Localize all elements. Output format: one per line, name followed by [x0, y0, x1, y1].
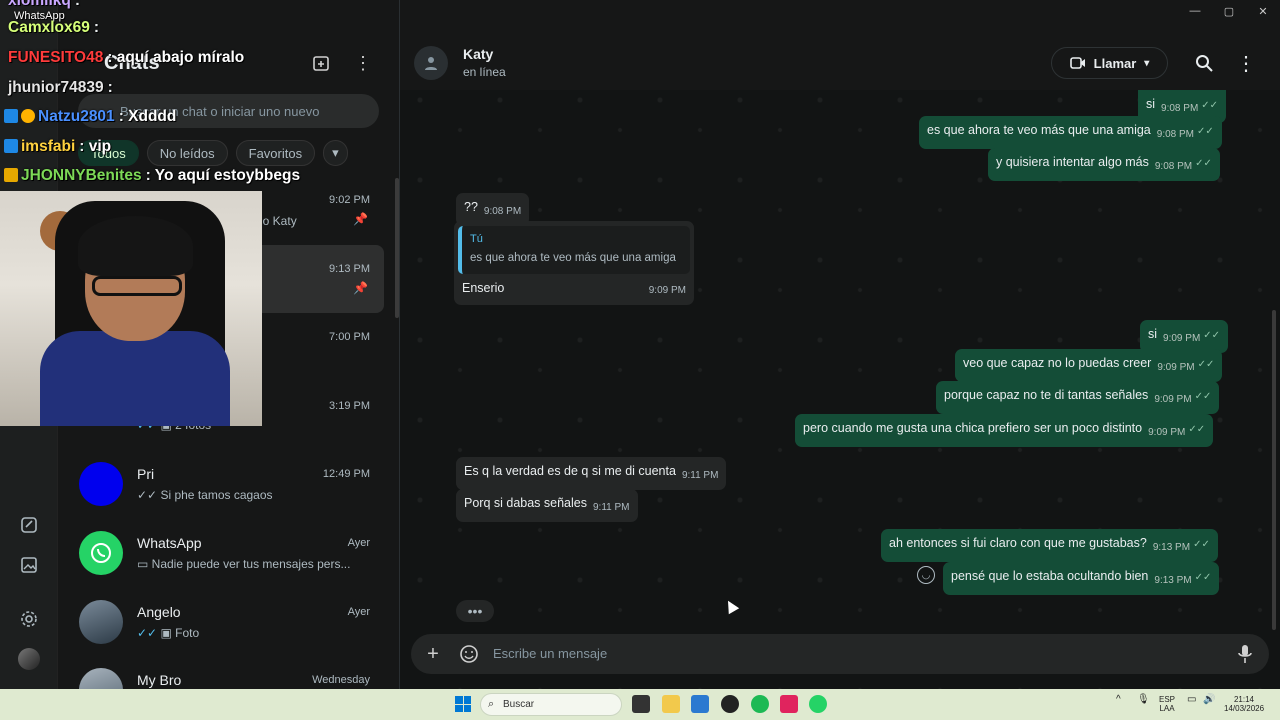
- quoted-message[interactable]: Tú es que ahora te veo más que una amiga: [458, 226, 690, 274]
- message-out[interactable]: y quisiera intentar algo más 9:08 PM ✓✓: [988, 148, 1220, 181]
- taskbar-search[interactable]: ⌕ Buscar: [480, 693, 622, 716]
- chat-time: 9:02 PM: [329, 194, 370, 206]
- chat-time: Ayer: [347, 537, 370, 549]
- contact-avatar[interactable]: [414, 46, 448, 80]
- call-label: Llamar: [1093, 55, 1137, 71]
- contact-status: en línea: [463, 65, 506, 79]
- pin-icon: 📌: [353, 212, 368, 226]
- stream-chat-line: JHONNYBenites: Yo aquí estoybbegs: [4, 167, 300, 185]
- chat-preview: no Katy: [256, 214, 297, 228]
- chat-name: Pri: [137, 466, 155, 482]
- typing-indicator: •••: [456, 600, 494, 622]
- close-button[interactable]: ✕: [1246, 0, 1280, 22]
- tray-chevron-icon[interactable]: ^: [1116, 695, 1121, 705]
- conversation-scrollbar[interactable]: [1272, 310, 1276, 630]
- avatar: [79, 600, 123, 644]
- message-out[interactable]: pero cuando me gusta una chica prefiero …: [795, 414, 1214, 447]
- volume-icon[interactable]: 🔊: [1203, 695, 1215, 705]
- minimize-button[interactable]: —: [1178, 0, 1212, 22]
- quote-text: es que ahora te veo más que una amiga: [470, 252, 676, 264]
- message-in[interactable]: Es q la verdad es de q si me di cuenta 9:…: [456, 457, 727, 490]
- stream-chat-line: jhunior74839:: [8, 79, 113, 96]
- clock[interactable]: 21:14 14/03/2026: [1224, 695, 1264, 713]
- status-icon[interactable]: [16, 512, 42, 538]
- message-out[interactable]: ah entonces si fui claro con que me gust…: [881, 529, 1218, 562]
- filter-chips: Todos No leídos Favoritos ▾: [78, 140, 348, 166]
- message-out[interactable]: pensé que lo estaba ocultando bien 9:13 P…: [943, 562, 1220, 595]
- obs-icon[interactable]: [721, 695, 739, 713]
- whatsapp-logo-icon: [79, 531, 123, 575]
- video-icon: [1069, 57, 1085, 69]
- chat-name: My Bro: [137, 672, 182, 688]
- call-button[interactable]: Llamar ▾: [1051, 47, 1168, 79]
- stream-chat-line: FUNESITO48: aquí abajo míralo: [8, 49, 245, 66]
- chat-preview: ▭ Nadie puede ver tus mensajes pers...: [137, 557, 351, 571]
- message-composer: + Escribe un mensaje: [411, 634, 1269, 674]
- maximize-button[interactable]: ▢: [1212, 0, 1246, 22]
- stream-chat-line: imsfabi: vip: [4, 138, 111, 156]
- message-out[interactable]: veo que capaz no lo puedas creer 9:09 PM ✓…: [955, 349, 1223, 382]
- avatar: [79, 668, 123, 689]
- stream-chat-line: Natzu2801: Xdddd: [4, 108, 176, 126]
- chat-time: 12:49 PM: [322, 468, 370, 480]
- settings-icon[interactable]: [16, 606, 42, 632]
- mic-tray-icon[interactable]: 🎙: [1137, 695, 1150, 705]
- chat-preview: ✓✓ ▣ Foto: [137, 626, 200, 640]
- store-icon[interactable]: [691, 695, 709, 713]
- chat-item[interactable]: My Bro Wednesday: [58, 656, 384, 689]
- file-explorer-icon[interactable]: [662, 695, 680, 713]
- tiktok-icon[interactable]: [780, 695, 798, 713]
- chat-item[interactable]: Pri 12:49 PM ✓✓ Si phe tamos cagaos: [58, 450, 384, 518]
- filter-more-dropdown[interactable]: ▾: [323, 140, 348, 166]
- chat-item[interactable]: Angelo Ayer ✓✓ ▣ Foto: [58, 588, 384, 656]
- chat-name: WhatsApp: [137, 535, 202, 551]
- chat-time: Ayer: [347, 606, 370, 618]
- whatsapp-window: — ▢ ✕ Chats ⋮ Buscar un chat o iniciar u…: [0, 0, 1280, 689]
- profile-avatar[interactable]: [16, 646, 42, 672]
- quote-author: Tú: [470, 233, 483, 245]
- chevron-down-icon: ▾: [1144, 57, 1150, 69]
- microphone-icon[interactable]: [1234, 643, 1256, 665]
- task-view-icon[interactable]: [632, 695, 650, 713]
- start-button[interactable]: [455, 696, 471, 712]
- chat-time: 9:13 PM: [329, 263, 370, 275]
- media-icon[interactable]: [16, 552, 42, 578]
- search-icon[interactable]: [1193, 52, 1215, 74]
- new-chat-icon[interactable]: [310, 52, 332, 74]
- whatsapp-taskbar-icon[interactable]: [809, 695, 827, 713]
- chat-time: Wednesday: [312, 674, 370, 686]
- chat-preview: ✓✓ Si phe tamos cagaos: [137, 488, 273, 502]
- sticker-icon[interactable]: [458, 643, 480, 665]
- chat-time: 3:19 PM: [329, 400, 370, 412]
- message-out[interactable]: porque capaz no te di tantas señales 9:09…: [936, 381, 1220, 414]
- stream-chat-line: Camxlox69:: [8, 19, 100, 36]
- stream-chat-line: xiomiikq:: [8, 0, 81, 9]
- avatar: [79, 462, 123, 506]
- search-icon: ⌕: [488, 698, 495, 710]
- conversation-panel: Katy en línea Llamar ▾ ⋮ si 9:08 PM ✓✓ es …: [400, 0, 1280, 689]
- menu-icon[interactable]: ⋮: [352, 52, 374, 74]
- conversation-header: Katy en línea Llamar ▾ ⋮: [400, 0, 1280, 90]
- windows-taskbar: ⌕ Buscar ^ 🎙 ESP LAA ▭ 🔊 21:14 14/03/2026: [0, 689, 1280, 720]
- chat-list-scrollbar[interactable]: [395, 178, 399, 318]
- chat-time: 7:00 PM: [329, 331, 370, 343]
- webcam-overlay: [0, 191, 262, 426]
- emoji-react-icon[interactable]: ◡: [917, 566, 935, 584]
- contact-name[interactable]: Katy: [463, 46, 493, 62]
- pin-icon: 📌: [353, 281, 368, 295]
- message-out[interactable]: es que ahora te veo más que una amiga 9:0…: [919, 116, 1222, 149]
- chat-name: Angelo: [137, 604, 181, 620]
- language-indicator[interactable]: ESP LAA: [1159, 695, 1175, 713]
- window-controls: — ▢ ✕: [1178, 0, 1280, 22]
- filter-favorites[interactable]: Favoritos: [235, 140, 316, 166]
- network-icon[interactable]: ▭: [1187, 695, 1196, 705]
- message-in[interactable]: Porq si dabas señales 9:11 PM: [456, 489, 638, 522]
- message-input[interactable]: Escribe un mensaje: [493, 646, 607, 661]
- attach-plus-icon[interactable]: +: [422, 643, 444, 665]
- spotify-icon[interactable]: [751, 695, 769, 713]
- chat-item[interactable]: WhatsApp Ayer ▭ Nadie puede ver tus mens…: [58, 519, 384, 587]
- filter-unread[interactable]: No leídos: [146, 140, 228, 166]
- more-options-icon[interactable]: ⋮: [1235, 52, 1257, 75]
